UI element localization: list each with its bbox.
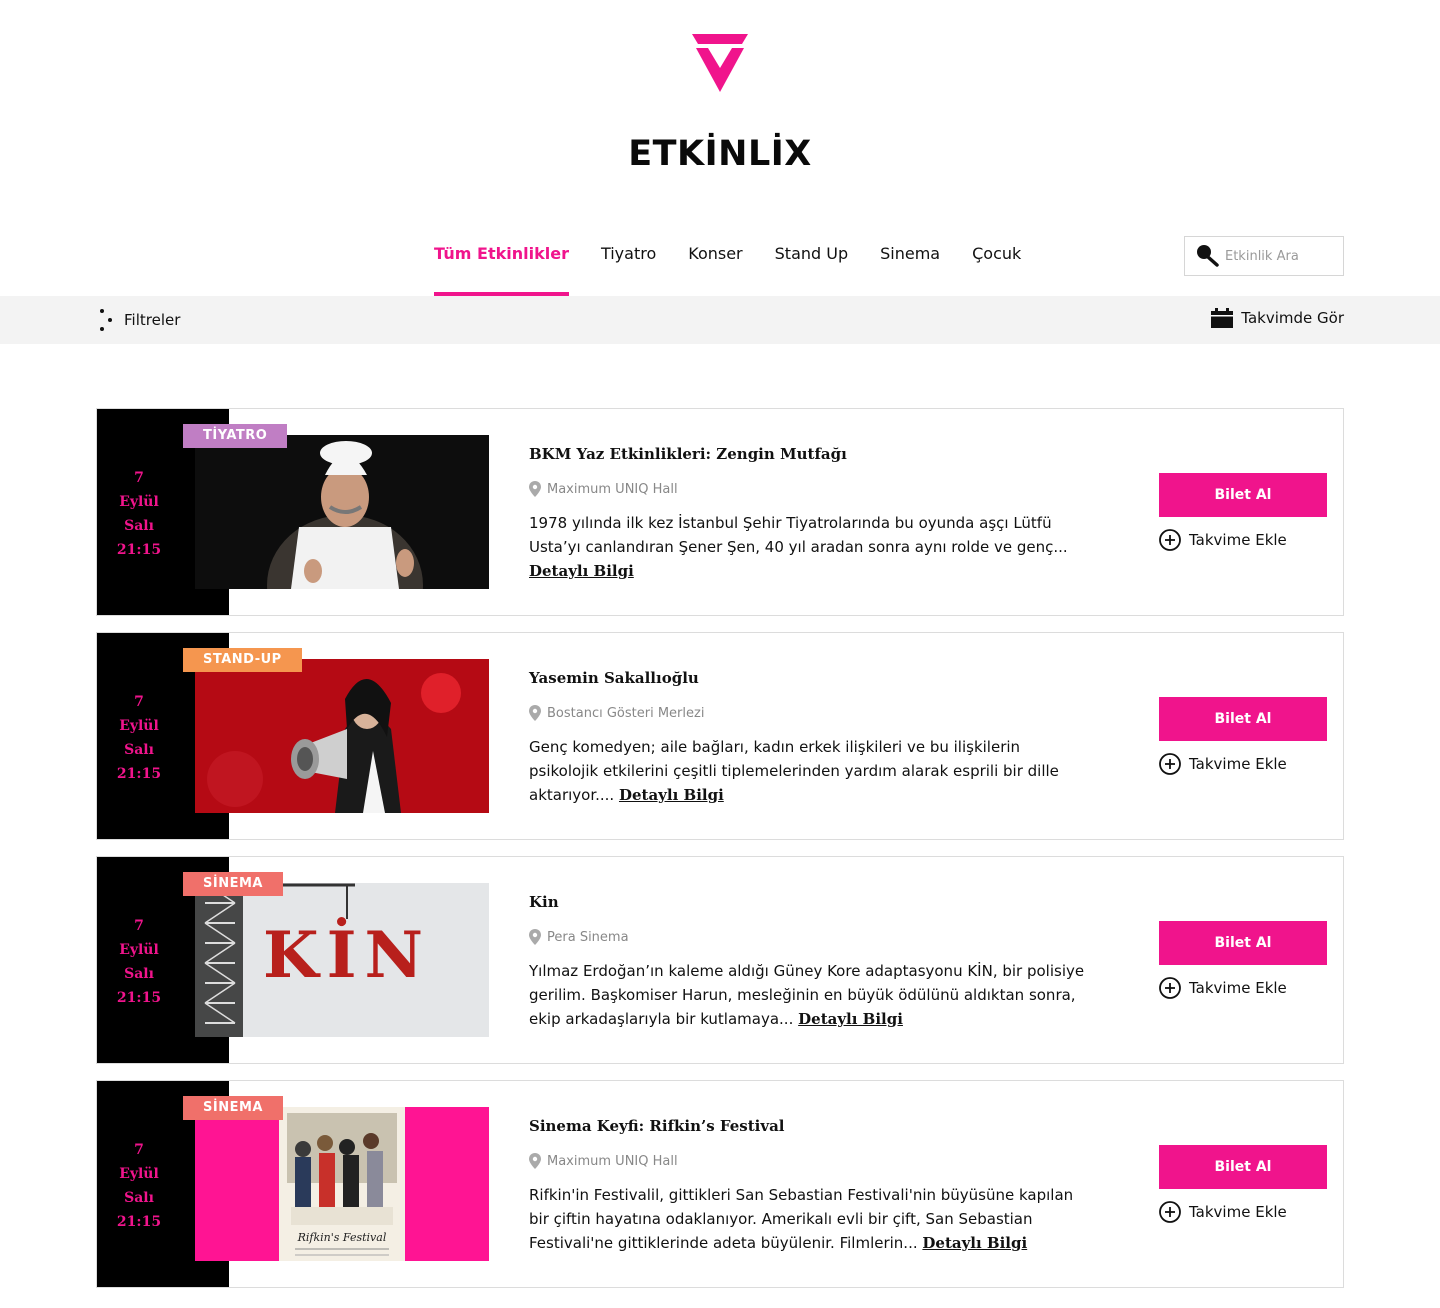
event-title[interactable]: Sinema Keyfi: Rifkin’s Festival xyxy=(529,1117,785,1135)
category-badge: SİNEMA xyxy=(183,1096,283,1120)
category-badge: STAND-UP xyxy=(183,648,302,672)
location-pin-icon xyxy=(529,929,541,945)
add-to-calendar-label: Takvime Ekle xyxy=(1189,979,1287,997)
category-badge: SİNEMA xyxy=(183,872,283,896)
event-card: 7 Eylül Salı 21:15 TİYATRO BKM Yaz Etkin… xyxy=(96,408,1344,616)
date-time: 21:15 xyxy=(116,542,162,558)
event-date: 7 Eylül Salı 21:15 xyxy=(97,914,181,1010)
event-date: 7 Eylül Salı 21:15 xyxy=(97,466,181,562)
event-venue: Pera Sinema xyxy=(529,929,629,945)
event-image[interactable] xyxy=(195,435,489,589)
brand-logo-icon[interactable] xyxy=(692,34,748,94)
tab-kids[interactable]: Çocuk xyxy=(972,242,1021,296)
buy-ticket-button[interactable]: Bilet Al xyxy=(1159,1145,1327,1189)
details-link[interactable]: Detaylı Bilgi xyxy=(619,786,724,804)
date-time: 21:15 xyxy=(116,1214,162,1230)
event-image[interactable]: Rifkin's Festival xyxy=(195,1107,489,1261)
search-box xyxy=(1184,236,1344,276)
add-to-calendar-button[interactable]: Takvime Ekle xyxy=(1159,977,1287,999)
event-date: 7 Eylül Salı 21:15 xyxy=(97,690,181,786)
tab-theatre[interactable]: Tiyatro xyxy=(601,242,656,296)
tab-concert[interactable]: Konser xyxy=(688,242,742,296)
image-spacer xyxy=(229,1037,529,1063)
plus-circle-icon xyxy=(1159,529,1181,551)
filters-button[interactable]: Filtreler xyxy=(96,308,180,332)
filters-label: Filtreler xyxy=(124,311,181,329)
description-text: 1978 yılında ilk kez İstanbul Şehir Tiya… xyxy=(529,514,1068,556)
date-day: 7 xyxy=(134,694,144,710)
event-card: 7 Eylül Salı 21:15 STAND-UP Yasemin Saka… xyxy=(96,632,1344,840)
details-link[interactable]: Detaylı Bilgi xyxy=(529,562,634,580)
event-card: 7 Eylül Salı 21:15 KİN SİNEMA Kin Pera S… xyxy=(96,856,1344,1064)
search-input[interactable] xyxy=(1225,248,1337,264)
filter-bar: Filtreler Takvimde Gör xyxy=(0,296,1440,344)
date-month: Eylül xyxy=(119,494,159,510)
category-badge: TİYATRO xyxy=(183,424,288,448)
add-to-calendar-button[interactable]: Takvime Ekle xyxy=(1159,529,1287,551)
date-day: 7 xyxy=(134,1142,144,1158)
venue-name: Bostancı Gösteri Merlezi xyxy=(547,705,705,721)
venue-name: Maximum UNIQ Hall xyxy=(547,481,678,497)
venue-name: Pera Sinema xyxy=(547,929,629,945)
date-day: 7 xyxy=(134,918,144,934)
date-month: Eylül xyxy=(119,942,159,958)
image-spacer xyxy=(229,813,529,839)
calendar-view-button[interactable]: Takvimde Gör xyxy=(1211,308,1344,328)
buy-ticket-button[interactable]: Bilet Al xyxy=(1159,697,1327,741)
add-to-calendar-button[interactable]: Takvime Ekle xyxy=(1159,753,1287,775)
date-weekday: Salı xyxy=(124,742,154,758)
event-venue: Maximum UNIQ Hall xyxy=(529,1153,678,1169)
event-venue: Bostancı Gösteri Merlezi xyxy=(529,705,704,721)
event-title[interactable]: Yasemin Sakallıoğlu xyxy=(529,669,699,687)
date-day: 7 xyxy=(134,470,144,486)
image-spacer xyxy=(229,1261,529,1287)
event-image[interactable] xyxy=(195,659,489,813)
brand-name: ETKİNLİX xyxy=(628,134,812,174)
category-nav: Tüm Etkinlikler Tiyatro Konser Stand Up … xyxy=(434,242,1053,296)
date-weekday: Salı xyxy=(124,518,154,534)
plus-circle-icon xyxy=(1159,753,1181,775)
add-to-calendar-label: Takvime Ekle xyxy=(1189,531,1287,549)
plus-circle-icon xyxy=(1159,1201,1181,1223)
location-pin-icon xyxy=(529,481,541,497)
tab-all-events[interactable]: Tüm Etkinlikler xyxy=(434,242,569,296)
search-icon xyxy=(1197,245,1219,267)
buy-ticket-button[interactable]: Bilet Al xyxy=(1159,473,1327,517)
event-description: Rifkin'in Festivalil, gittikleri San Seb… xyxy=(529,1183,1089,1255)
date-time: 21:15 xyxy=(116,766,162,782)
event-venue: Maximum UNIQ Hall xyxy=(529,481,678,497)
event-image[interactable]: KİN xyxy=(195,883,489,1037)
date-weekday: Salı xyxy=(124,966,154,982)
calendar-icon xyxy=(1211,308,1234,328)
image-text: KİN xyxy=(263,917,431,993)
tab-cinema[interactable]: Sinema xyxy=(880,242,940,296)
date-time: 21:15 xyxy=(116,990,162,1006)
event-description: 1978 yılında ilk kez İstanbul Şehir Tiya… xyxy=(529,511,1089,583)
tab-stand-up[interactable]: Stand Up xyxy=(775,242,848,296)
date-weekday: Salı xyxy=(124,1190,154,1206)
details-link[interactable]: Detaylı Bilgi xyxy=(922,1234,1027,1252)
event-description: Genç komedyen; aile bağları, kadın erkek… xyxy=(529,735,1089,807)
date-month: Eylül xyxy=(119,1166,159,1182)
calendar-view-label: Takvimde Gör xyxy=(1241,309,1344,327)
filters-icon xyxy=(100,309,112,331)
add-to-calendar-label: Takvime Ekle xyxy=(1189,1203,1287,1221)
add-to-calendar-label: Takvime Ekle xyxy=(1189,755,1287,773)
event-description: Yılmaz Erdoğan’ın kaleme aldığı Güney Ko… xyxy=(529,959,1089,1031)
details-link[interactable]: Detaylı Bilgi xyxy=(798,1010,903,1028)
add-to-calendar-button[interactable]: Takvime Ekle xyxy=(1159,1201,1287,1223)
event-title[interactable]: Kin xyxy=(529,893,559,911)
plus-circle-icon xyxy=(1159,977,1181,999)
description-text: Genç komedyen; aile bağları, kadın erkek… xyxy=(529,738,1059,804)
event-title[interactable]: BKM Yaz Etkinlikleri: Zengin Mutfağı xyxy=(529,445,847,463)
image-text: Rifkin's Festival xyxy=(297,1231,387,1244)
event-card: 7 Eylül Salı 21:15 Rifkin's Festival SİN… xyxy=(96,1080,1344,1288)
location-pin-icon xyxy=(529,705,541,721)
location-pin-icon xyxy=(529,1153,541,1169)
buy-ticket-button[interactable]: Bilet Al xyxy=(1159,921,1327,965)
date-month: Eylül xyxy=(119,718,159,734)
image-spacer xyxy=(229,589,529,615)
event-date: 7 Eylül Salı 21:15 xyxy=(97,1138,181,1234)
venue-name: Maximum UNIQ Hall xyxy=(547,1153,678,1169)
